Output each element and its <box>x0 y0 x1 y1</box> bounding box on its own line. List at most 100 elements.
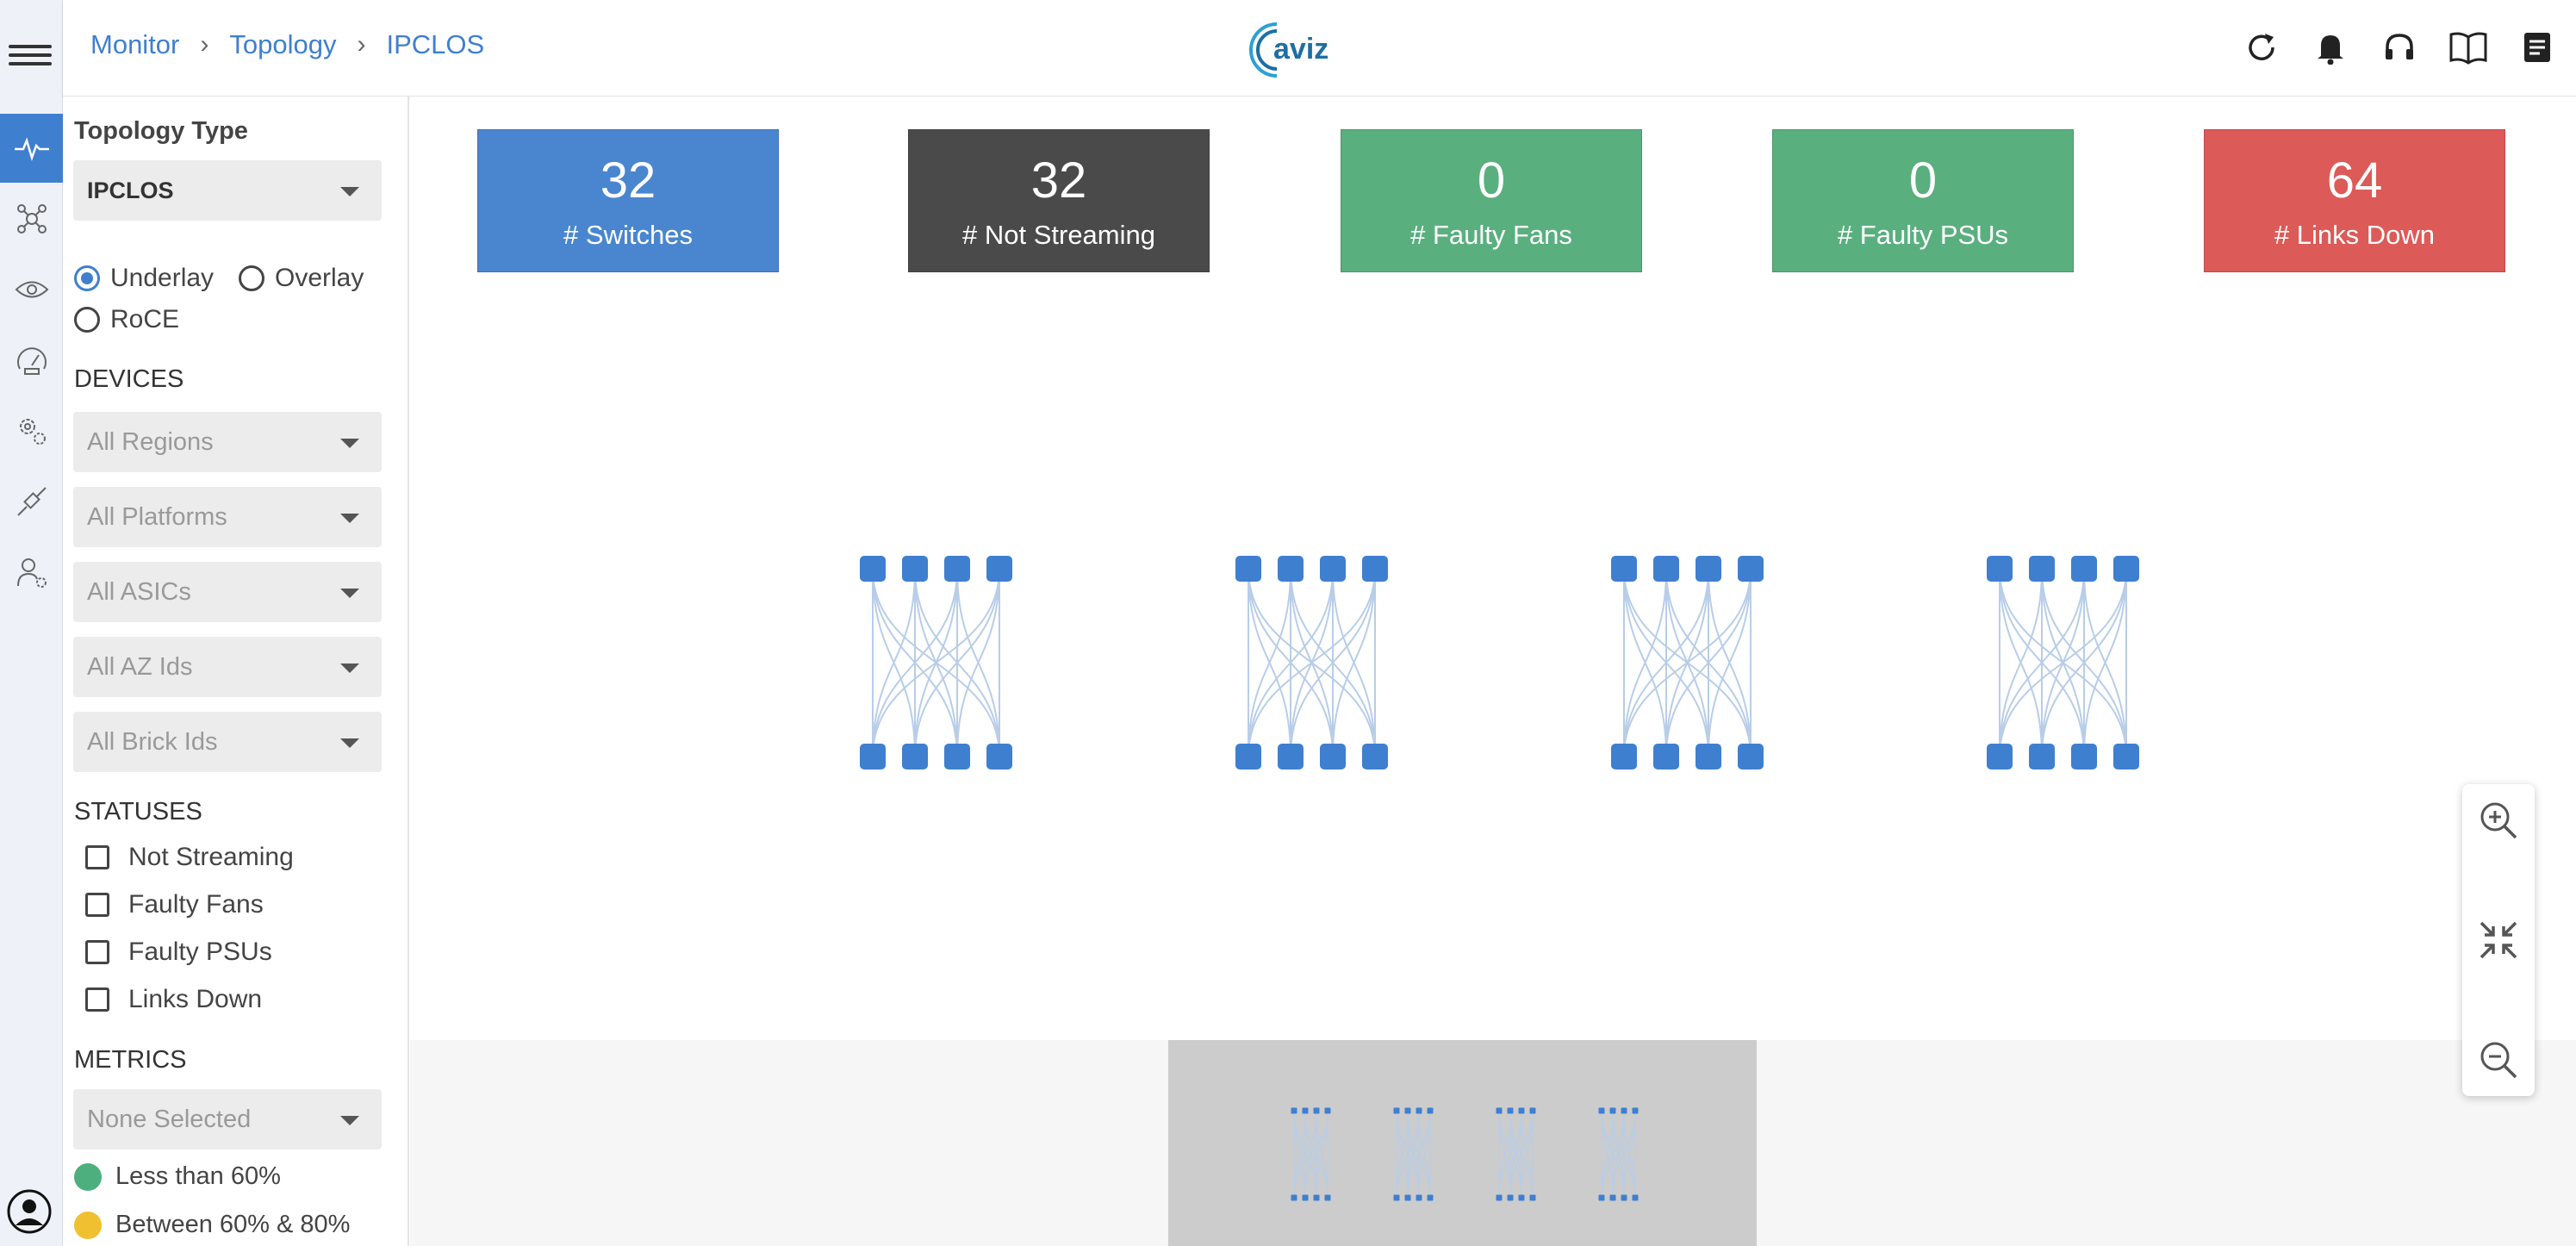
spine-switch-node[interactable] <box>2113 556 2139 582</box>
leaf-switch-node[interactable] <box>1324 1194 1331 1201</box>
spine-switch-node[interactable] <box>1621 1107 1627 1114</box>
plug-icon[interactable] <box>0 467 63 536</box>
leaf-switch-node[interactable] <box>1416 1194 1422 1201</box>
spine-switch-node[interactable] <box>902 556 928 582</box>
minimap-viewport[interactable] <box>1168 1040 1757 1246</box>
leaf-switch-node[interactable] <box>1529 1194 1536 1201</box>
leaf-switch-node[interactable] <box>1427 1194 1434 1201</box>
leaf-switch-node[interactable] <box>1302 1194 1309 1201</box>
spine-switch-node[interactable] <box>1518 1107 1525 1114</box>
book-icon[interactable] <box>2448 28 2488 67</box>
regions-select[interactable]: All Regions <box>73 412 382 472</box>
leaf-switch-node[interactable] <box>1598 1194 1605 1201</box>
asics-select[interactable]: All ASICs <box>73 562 382 622</box>
refresh-icon[interactable] <box>2242 28 2281 67</box>
status-faulty-psus-checkbox[interactable]: Faulty PSUs <box>85 938 272 967</box>
speedometer-icon[interactable] <box>0 326 63 395</box>
pulse-icon[interactable] <box>0 114 63 183</box>
leaf-switch-node[interactable] <box>1611 744 1637 769</box>
brick-ids-select[interactable]: All Brick Ids <box>73 712 382 772</box>
leaf-switch-node[interactable] <box>1291 1194 1297 1201</box>
spine-switch-node[interactable] <box>1235 556 1261 582</box>
spine-switch-node[interactable] <box>1362 556 1388 582</box>
leaf-switch-node[interactable] <box>860 744 886 769</box>
spine-switch-node[interactable] <box>1291 1107 1297 1114</box>
spine-switch-node[interactable] <box>1278 556 1304 582</box>
spine-switch-node[interactable] <box>1393 1107 1400 1114</box>
leaf-switch-node[interactable] <box>1632 1194 1639 1201</box>
leaf-switch-node[interactable] <box>1507 1194 1514 1201</box>
leaf-switch-node[interactable] <box>1653 744 1679 769</box>
spine-switch-node[interactable] <box>944 556 970 582</box>
leaf-switch-node[interactable] <box>1393 1194 1400 1201</box>
leaf-switch-node[interactable] <box>1235 744 1261 769</box>
spine-switch-node[interactable] <box>986 556 1012 582</box>
leaf-switch-node[interactable] <box>1609 1194 1616 1201</box>
spine-switch-node[interactable] <box>2071 556 2097 582</box>
spine-switch-node[interactable] <box>1427 1107 1434 1114</box>
network-icon[interactable] <box>0 184 63 253</box>
leaf-switch-node[interactable] <box>986 744 1012 769</box>
breadcrumb-topology[interactable]: Topology <box>229 29 336 60</box>
leaf-switch-node[interactable] <box>902 744 928 769</box>
leaf-switch-node[interactable] <box>944 744 970 769</box>
spine-switch-node[interactable] <box>1313 1107 1320 1114</box>
leaf-switch-node[interactable] <box>1738 744 1764 769</box>
leaf-switch-node[interactable] <box>1278 744 1304 769</box>
leaf-switch-node[interactable] <box>1313 1194 1320 1201</box>
user-settings-icon[interactable] <box>0 538 63 607</box>
leaf-switch-node[interactable] <box>2029 744 2055 769</box>
topology-type-select[interactable]: IPCLOS <box>73 160 382 221</box>
leaf-switch-node[interactable] <box>1404 1194 1411 1201</box>
bell-icon[interactable] <box>2311 28 2350 67</box>
spine-switch-node[interactable] <box>1302 1107 1309 1114</box>
breadcrumb-monitor[interactable]: Monitor <box>90 29 179 60</box>
leaf-switch-node[interactable] <box>1320 744 1346 769</box>
spine-switch-node[interactable] <box>1653 556 1679 582</box>
radio-roce[interactable]: RoCE <box>74 305 179 334</box>
menu-icon[interactable] <box>9 40 52 74</box>
leaf-switch-node[interactable] <box>1987 744 2013 769</box>
status-not-streaming-checkbox[interactable]: Not Streaming <box>85 843 294 872</box>
document-icon[interactable] <box>2517 28 2557 67</box>
metrics-select[interactable]: None Selected <box>73 1089 382 1149</box>
az-ids-select[interactable]: All AZ Ids <box>73 637 382 697</box>
breadcrumb-ipclos[interactable]: IPCLOS <box>386 29 484 60</box>
radio-underlay[interactable]: Underlay <box>74 264 214 293</box>
status-links-down-checkbox[interactable]: Links Down <box>85 985 262 1014</box>
headset-icon[interactable] <box>2380 28 2419 67</box>
spine-switch-node[interactable] <box>1738 556 1764 582</box>
status-faulty-fans-checkbox[interactable]: Faulty Fans <box>85 890 264 919</box>
zoom-out-icon[interactable] <box>2474 1036 2523 1084</box>
spine-switch-node[interactable] <box>1609 1107 1616 1114</box>
leaf-switch-node[interactable] <box>1496 1194 1503 1201</box>
spine-switch-node[interactable] <box>1987 556 2013 582</box>
leaf-switch-node[interactable] <box>1621 1194 1627 1201</box>
gears-icon[interactable] <box>0 396 63 465</box>
leaf-switch-node[interactable] <box>1362 744 1388 769</box>
spine-switch-node[interactable] <box>2029 556 2055 582</box>
spine-switch-node[interactable] <box>1324 1107 1331 1114</box>
zoom-in-icon[interactable] <box>2474 796 2523 844</box>
spine-switch-node[interactable] <box>1632 1107 1639 1114</box>
radio-overlay[interactable]: Overlay <box>239 264 364 293</box>
leaf-switch-node[interactable] <box>2071 744 2097 769</box>
spine-switch-node[interactable] <box>1320 556 1346 582</box>
spine-switch-node[interactable] <box>1416 1107 1422 1114</box>
spine-switch-node[interactable] <box>1496 1107 1503 1114</box>
spine-switch-node[interactable] <box>1598 1107 1605 1114</box>
leaf-switch-node[interactable] <box>1696 744 1721 769</box>
spine-switch-node[interactable] <box>1696 556 1721 582</box>
spine-switch-node[interactable] <box>1507 1107 1514 1114</box>
spine-switch-node[interactable] <box>1404 1107 1411 1114</box>
leaf-switch-node[interactable] <box>2113 744 2139 769</box>
avatar[interactable] <box>7 1189 52 1234</box>
spine-switch-node[interactable] <box>1611 556 1637 582</box>
spine-switch-node[interactable] <box>1529 1107 1536 1114</box>
platforms-select[interactable]: All Platforms <box>73 487 382 547</box>
spine-switch-node[interactable] <box>860 556 886 582</box>
fit-icon[interactable] <box>2474 916 2523 964</box>
topology-graph[interactable] <box>410 97 2576 1044</box>
leaf-switch-node[interactable] <box>1518 1194 1525 1201</box>
eye-icon[interactable] <box>0 255 63 324</box>
